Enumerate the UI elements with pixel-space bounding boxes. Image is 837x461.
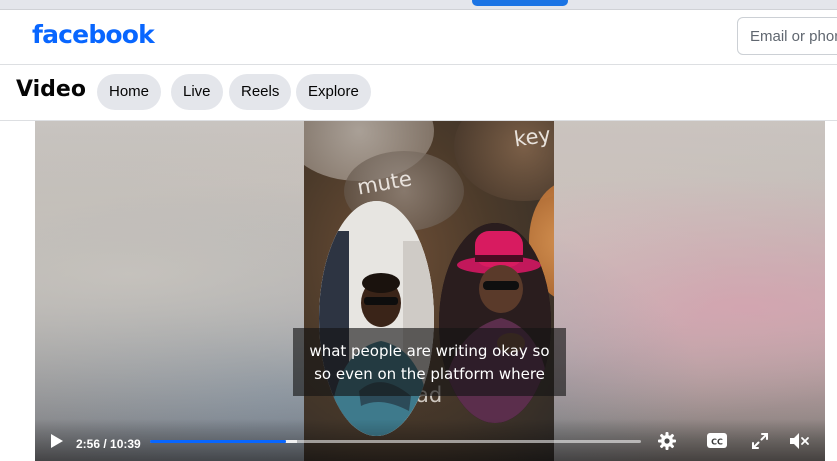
- muted-volume-icon[interactable]: [788, 431, 810, 451]
- fullscreen-icon[interactable]: [751, 432, 769, 450]
- facebook-logo[interactable]: facebook: [32, 20, 155, 49]
- tab-live[interactable]: Live: [171, 74, 223, 110]
- site-header: facebook: [0, 10, 837, 65]
- play-icon[interactable]: [50, 433, 64, 449]
- closed-captions-icon[interactable]: CC: [706, 432, 728, 449]
- tab-home[interactable]: Home: [97, 74, 162, 110]
- progress-fill: [150, 440, 286, 443]
- email-or-phone-input[interactable]: [737, 17, 837, 55]
- svg-text:CC: CC: [711, 438, 723, 447]
- progress-bar[interactable]: [150, 440, 641, 443]
- settings-icon[interactable]: [657, 431, 677, 451]
- browser-top-strip: [0, 0, 837, 10]
- top-blue-pill: [472, 0, 568, 6]
- page-title: Video: [16, 77, 86, 102]
- tab-explore[interactable]: Explore: [296, 74, 371, 110]
- progress-buffer: [285, 440, 298, 443]
- player-controls: 2:56 / 10:39 CC: [35, 419, 825, 461]
- tab-reels[interactable]: Reels: [229, 74, 292, 110]
- left-person-image: [319, 201, 434, 436]
- video-player[interactable]: mute key ad: [35, 121, 825, 461]
- caption-line-1: what people are writing okay so: [309, 342, 550, 360]
- time-display: 2:56 / 10:39: [76, 437, 141, 451]
- closed-caption-box: what people are writing okay so so even …: [293, 328, 566, 396]
- video-subnav: Video Home Live Reels Explore: [0, 65, 837, 121]
- overlay-word-key: key: [512, 122, 553, 152]
- left-person-oval: [319, 201, 434, 436]
- caption-line-2: so even on the platform where: [314, 365, 545, 383]
- video-frame[interactable]: mute key ad: [304, 121, 554, 461]
